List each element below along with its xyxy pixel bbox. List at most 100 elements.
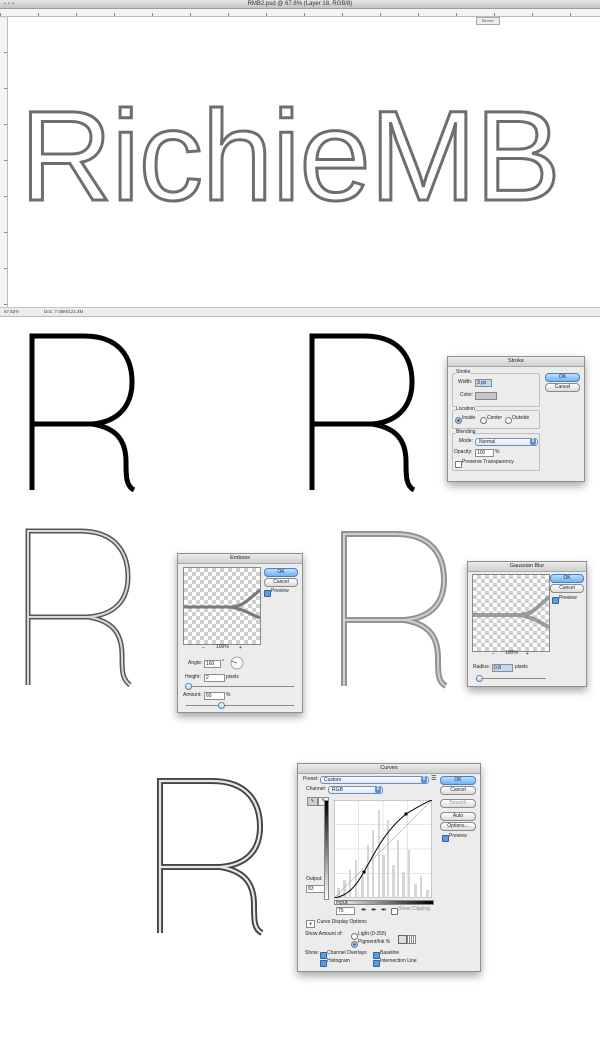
blur-preview-image[interactable] xyxy=(472,574,550,652)
height-slider-track[interactable] xyxy=(186,686,294,687)
channel-overlays-checkbox[interactable] xyxy=(320,952,327,959)
detailed-grid-icon[interactable] xyxy=(407,935,416,944)
channel-select[interactable]: RGB xyxy=(328,786,383,794)
radius-slider-track[interactable] xyxy=(476,678,546,679)
show-label: Show: xyxy=(305,950,319,956)
color-swatch[interactable] xyxy=(475,392,497,400)
curve-point-tool-icon[interactable]: ∿ xyxy=(307,797,318,806)
cancel-button[interactable]: Cancel xyxy=(545,383,580,392)
emboss-zoom-in[interactable]: + xyxy=(239,645,242,652)
input-field[interactable]: 75 xyxy=(336,907,355,915)
ok-button[interactable]: OK xyxy=(264,568,298,577)
black-point-eyedropper-icon[interactable]: ✒ xyxy=(361,906,367,914)
blur-zoom-out[interactable]: − xyxy=(492,651,495,658)
window-title: RMB2.psd @ 67.8% (Layer 18, RGB/8) xyxy=(247,1,353,7)
gray-point-eyedropper-icon[interactable]: ✒ xyxy=(371,906,377,914)
disclosure-triangle-icon[interactable]: ▼ xyxy=(306,920,315,928)
cancel-button[interactable]: Cancel xyxy=(264,578,298,587)
width-field[interactable]: 3 px xyxy=(475,379,492,387)
window-titlebar[interactable]: ▪ ▪ ▪ RMB2.psd @ 67.8% (Layer 18, RGB/8) xyxy=(0,0,600,9)
angle-field[interactable]: 160 xyxy=(204,660,221,668)
intersection-line-label: Intersection Line xyxy=(380,958,417,964)
preview-label: Preview xyxy=(271,588,289,594)
histogram-label: Histogram xyxy=(327,958,350,964)
pigment-label: Pigment/Ink % xyxy=(358,939,391,945)
preset-menu-icon[interactable]: ☰ xyxy=(431,775,436,782)
channel-label: Channel: xyxy=(306,786,327,792)
show-clipping-checkbox[interactable] xyxy=(391,908,398,915)
zoom-level[interactable]: 67.82% xyxy=(4,308,19,316)
angle-unit: ° xyxy=(222,659,224,665)
stroke-dialog: Stroke OK Cancel Stroke Width: 3 px Colo… xyxy=(447,356,585,482)
inside-label: Inside xyxy=(462,415,476,421)
opacity-field[interactable]: 100 xyxy=(475,449,494,457)
height-slider-thumb[interactable] xyxy=(185,683,192,690)
input-gradient-bar xyxy=(334,900,434,905)
channel-overlays-label: Channel Overlays xyxy=(327,950,367,956)
auto-button[interactable]: Auto xyxy=(440,812,476,821)
ok-button[interactable]: OK xyxy=(545,373,580,382)
letter-r-plain xyxy=(29,333,136,493)
preserve-transparency-checkbox[interactable] xyxy=(455,461,462,468)
input-label: Input: xyxy=(336,900,349,906)
blur-zoom-level: 100% xyxy=(505,650,518,656)
radius-field[interactable]: 0.8 xyxy=(492,664,513,672)
inside-radio[interactable] xyxy=(455,417,462,424)
simple-grid-icon[interactable] xyxy=(398,935,407,944)
amount-field[interactable]: 60 xyxy=(204,692,225,700)
emboss-zoom-out[interactable]: − xyxy=(202,645,205,652)
stroke-dialog-title[interactable]: Stroke xyxy=(448,357,584,367)
opacity-label: Opacity: xyxy=(454,449,473,455)
photoshop-document-window: ▪ ▪ ▪ RMB2.psd @ 67.8% (Layer 18, RGB/8)… xyxy=(0,0,600,317)
radius-unit: pixels xyxy=(515,664,528,670)
amount-slider-track[interactable] xyxy=(186,705,294,706)
height-field[interactable]: 2 xyxy=(204,674,225,682)
display-options-label: Curve Display Options xyxy=(317,919,367,925)
height-label: Height: xyxy=(185,674,201,680)
blending-group-label: Blending xyxy=(456,429,476,436)
preview-checkbox[interactable] xyxy=(442,835,449,842)
curves-dialog-title[interactable]: Curves xyxy=(298,764,480,774)
baseline-label: Baseline xyxy=(380,950,400,956)
doc-size[interactable]: Doc: 7.08M/121.4M xyxy=(44,308,83,316)
cancel-button[interactable]: Cancel xyxy=(440,786,476,795)
blur-zoom-in[interactable]: + xyxy=(526,651,529,658)
blur-dialog-title[interactable]: Gaussian Blur xyxy=(468,562,586,572)
center-radio[interactable] xyxy=(480,417,487,424)
amount-slider-thumb[interactable] xyxy=(218,702,225,709)
outside-radio[interactable] xyxy=(505,417,512,424)
baseline-checkbox[interactable] xyxy=(373,952,380,959)
preset-select[interactable]: Custom xyxy=(320,776,429,784)
curves-dialog: Curves Preset: Custom ☰ Channel: RGB OK … xyxy=(297,763,481,972)
vertical-ruler[interactable] xyxy=(0,17,8,307)
gaussian-blur-dialog: Gaussian Blur − 100% + OK Cancel Preview… xyxy=(467,561,587,687)
location-group-label: Location xyxy=(456,406,475,413)
emboss-dialog-title[interactable]: Emboss xyxy=(178,554,302,564)
mode-select[interactable]: Normal xyxy=(475,438,538,446)
amount-unit: % xyxy=(226,692,231,698)
output-field[interactable]: 83 xyxy=(306,885,325,893)
curve-graph[interactable] xyxy=(334,800,432,898)
preview-checkbox[interactable] xyxy=(264,590,271,597)
emboss-preview-image[interactable] xyxy=(183,567,261,645)
output-label: Output: xyxy=(306,876,323,882)
opacity-unit: % xyxy=(495,449,500,455)
ok-button[interactable]: OK xyxy=(550,574,584,583)
options-button[interactable]: Options... xyxy=(440,822,476,831)
intersection-line-checkbox[interactable] xyxy=(373,960,380,967)
panel-tab[interactable]: Blur/sv xyxy=(476,17,500,25)
angle-dial-icon[interactable] xyxy=(230,656,244,670)
angle-label: Angle: xyxy=(188,660,203,666)
preview-label: Preview xyxy=(559,595,577,601)
ok-button[interactable]: OK xyxy=(440,776,476,785)
histogram-checkbox[interactable] xyxy=(320,960,327,967)
horizontal-ruler[interactable] xyxy=(0,9,600,17)
titlebar-left-decoration: ▪ ▪ ▪ xyxy=(4,1,15,7)
smooth-button[interactable]: Smooth xyxy=(440,799,476,808)
cancel-button[interactable]: Cancel xyxy=(550,584,584,593)
light-radio[interactable] xyxy=(351,933,358,940)
pigment-radio[interactable] xyxy=(351,941,358,948)
white-point-eyedropper-icon[interactable]: ✒ xyxy=(381,906,387,914)
preview-checkbox[interactable] xyxy=(552,597,559,604)
radius-slider-thumb[interactable] xyxy=(476,675,483,682)
